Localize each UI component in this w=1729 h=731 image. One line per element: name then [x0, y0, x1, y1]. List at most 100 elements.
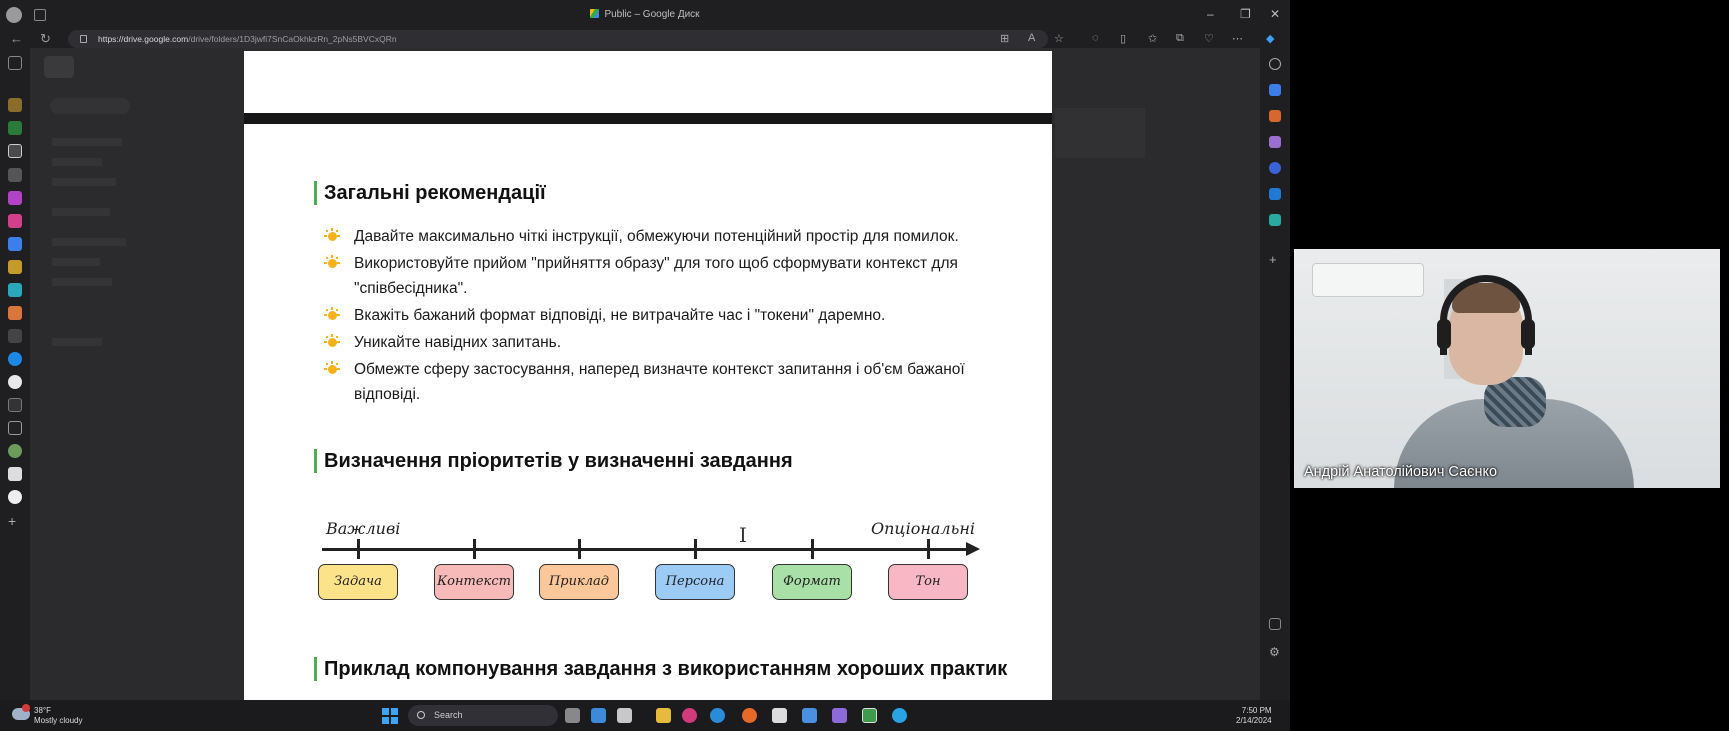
drive-tab-icon[interactable]	[8, 144, 22, 158]
widgets-icon[interactable]	[591, 708, 606, 723]
list-item: Вкажіть бажаний формат відповіді, не вит…	[322, 303, 1022, 328]
refresh-extension-icon[interactable]: ◌	[1092, 32, 1099, 44]
list-item-text: Використовуйте прийом "прийняття образу"…	[354, 255, 958, 297]
video-tab-icon[interactable]	[8, 191, 22, 205]
bookmark-icon[interactable]	[8, 98, 22, 112]
games-icon[interactable]	[1269, 162, 1281, 174]
url-path: /drive/folders/1D3jwfi7SnCaOkhkzRn_2pNs5…	[188, 34, 397, 44]
headphone-earcup	[1437, 319, 1451, 349]
section-title-priorities: Визначення пріоритетів у визначенні завд…	[314, 449, 793, 473]
windows-start-icon[interactable]	[382, 708, 398, 724]
read-aloud-icon[interactable]: A	[1028, 32, 1035, 44]
timeline-item-tone: Тон	[888, 564, 968, 600]
taskbar-search[interactable]: Search	[408, 705, 558, 726]
teams-icon[interactable]	[832, 708, 847, 723]
more-menu-icon[interactable]: ⋯	[1232, 32, 1243, 45]
tag-icon[interactable]	[1269, 84, 1281, 96]
timeline-arrowhead	[966, 542, 980, 556]
timeline-tick	[927, 539, 930, 559]
collections-icon[interactable]: ⧉	[1176, 32, 1184, 45]
edge-icon[interactable]	[710, 708, 725, 723]
video-tab-icon-4[interactable]	[8, 260, 22, 274]
text-cursor-icon: I	[739, 523, 747, 547]
page-tab-icon[interactable]	[8, 467, 22, 481]
headphone-earcup	[1521, 319, 1535, 349]
drive-new-button	[50, 98, 130, 114]
participant-video-tile[interactable]: Андрій Анатолійович Саєнко	[1294, 249, 1720, 488]
air-conditioner	[1312, 263, 1424, 297]
favorite-star-icon[interactable]: ☆	[1054, 32, 1064, 45]
window-title: Public – Google Диск	[0, 9, 1290, 20]
video-tab-icon-3[interactable]	[8, 237, 22, 251]
timeline-item-task: Задача	[318, 564, 398, 600]
video-tab-icon-5[interactable]	[8, 283, 22, 297]
maximize-icon[interactable]: ❐	[1240, 7, 1251, 21]
doc-tab-icon[interactable]	[8, 329, 22, 343]
settings-gear-icon[interactable]: ⚙	[1269, 646, 1281, 658]
google-drive-favicon-icon	[590, 9, 600, 18]
meeting-stage: Public – Google Диск – ❐ ✕ ← ↻ https://d…	[0, 0, 1729, 731]
search-icon[interactable]	[1269, 58, 1281, 70]
split-screen-icon[interactable]: ▯	[1120, 32, 1126, 45]
file-explorer-icon[interactable]	[656, 708, 671, 723]
tools-icon[interactable]	[1269, 110, 1281, 122]
list-item-text: Обмежте сферу застосування, наперед визн…	[354, 361, 965, 403]
minimize-icon[interactable]: –	[1207, 7, 1214, 21]
browser-sidebar-left: +	[0, 48, 30, 700]
previous-page	[244, 51, 1052, 113]
timeline-tick	[578, 539, 581, 559]
timeline-item-example: Приклад	[539, 564, 619, 600]
github-icon[interactable]	[8, 490, 22, 504]
outlook-icon[interactable]	[1269, 188, 1281, 200]
app-tab-icon[interactable]	[8, 352, 22, 366]
sidebar-layout-icon[interactable]	[1269, 618, 1281, 630]
timeline-right-label: Опціональні	[871, 519, 975, 538]
list-item: Уникайте навідних запитань.	[322, 330, 1022, 355]
drive-nav-item	[52, 338, 102, 346]
m-tab-icon[interactable]	[8, 398, 22, 412]
weather-widget[interactable]: 38°F Mostly cloudy	[12, 704, 83, 726]
new-tab-icon[interactable]: +	[8, 514, 22, 528]
heart-icon[interactable]: ♡	[1204, 32, 1214, 45]
image-icon[interactable]	[8, 168, 22, 182]
telegram-icon[interactable]	[892, 708, 907, 723]
chrome-tab-icon[interactable]	[8, 375, 22, 389]
video-tab-icon-2[interactable]	[8, 214, 22, 228]
back-icon[interactable]: ←	[10, 31, 23, 46]
file-icon[interactable]	[617, 708, 632, 723]
favorites-icon[interactable]: ✩	[1148, 32, 1157, 45]
timeline-item-persona: Персона	[655, 564, 735, 600]
people-icon[interactable]	[1269, 136, 1281, 148]
task-view-icon[interactable]	[565, 708, 580, 723]
video-tab-icon-6[interactable]	[8, 306, 22, 320]
close-window-icon[interactable]: ✕	[1270, 7, 1280, 21]
url-host: https://drive.google.com	[98, 34, 189, 44]
it-tab-icon[interactable]	[8, 421, 22, 435]
firefox-icon[interactable]	[742, 708, 757, 723]
sheets-icon[interactable]	[8, 121, 22, 135]
address-bar[interactable]: https://drive.google.com/drive/folders/1…	[68, 30, 1048, 48]
list-item: Обмежте сферу застосування, наперед визн…	[322, 357, 1022, 407]
send-icon[interactable]	[1269, 214, 1281, 226]
timeline-tick	[694, 539, 697, 559]
weather-condition: Mostly cloudy	[34, 716, 83, 725]
green-tab-icon[interactable]	[8, 444, 22, 458]
drive-app-icon[interactable]	[862, 708, 877, 723]
priority-timeline: Важливі Опціональні Задача Контекст Прик…	[314, 519, 984, 629]
document-page: Загальні рекомендації Давайте максимальн…	[244, 124, 1052, 700]
system-clock[interactable]: 7:50 PM 2/14/2024	[1236, 706, 1272, 726]
apps-icon[interactable]: ⊞	[1000, 32, 1009, 45]
lightbulb-icon	[324, 307, 340, 323]
copilot-icon[interactable]: ◆	[1266, 32, 1274, 45]
add-sidebar-app-icon[interactable]: +	[1269, 253, 1281, 266]
tabs-panel-icon[interactable]	[8, 56, 22, 70]
list-item-text: Давайте максимально чіткі інструкції, об…	[354, 228, 959, 245]
page-separator	[244, 113, 1052, 124]
mail-icon[interactable]	[802, 708, 817, 723]
music-app-icon[interactable]	[682, 708, 697, 723]
windows-taskbar: 38°F Mostly cloudy Search 7:50 PM 2/14/2…	[0, 700, 1290, 731]
timeline-tick	[811, 539, 814, 559]
reload-icon[interactable]: ↻	[40, 31, 51, 47]
calendar-icon[interactable]	[772, 708, 787, 723]
list-item-text: Уникайте навідних запитань.	[354, 334, 562, 351]
